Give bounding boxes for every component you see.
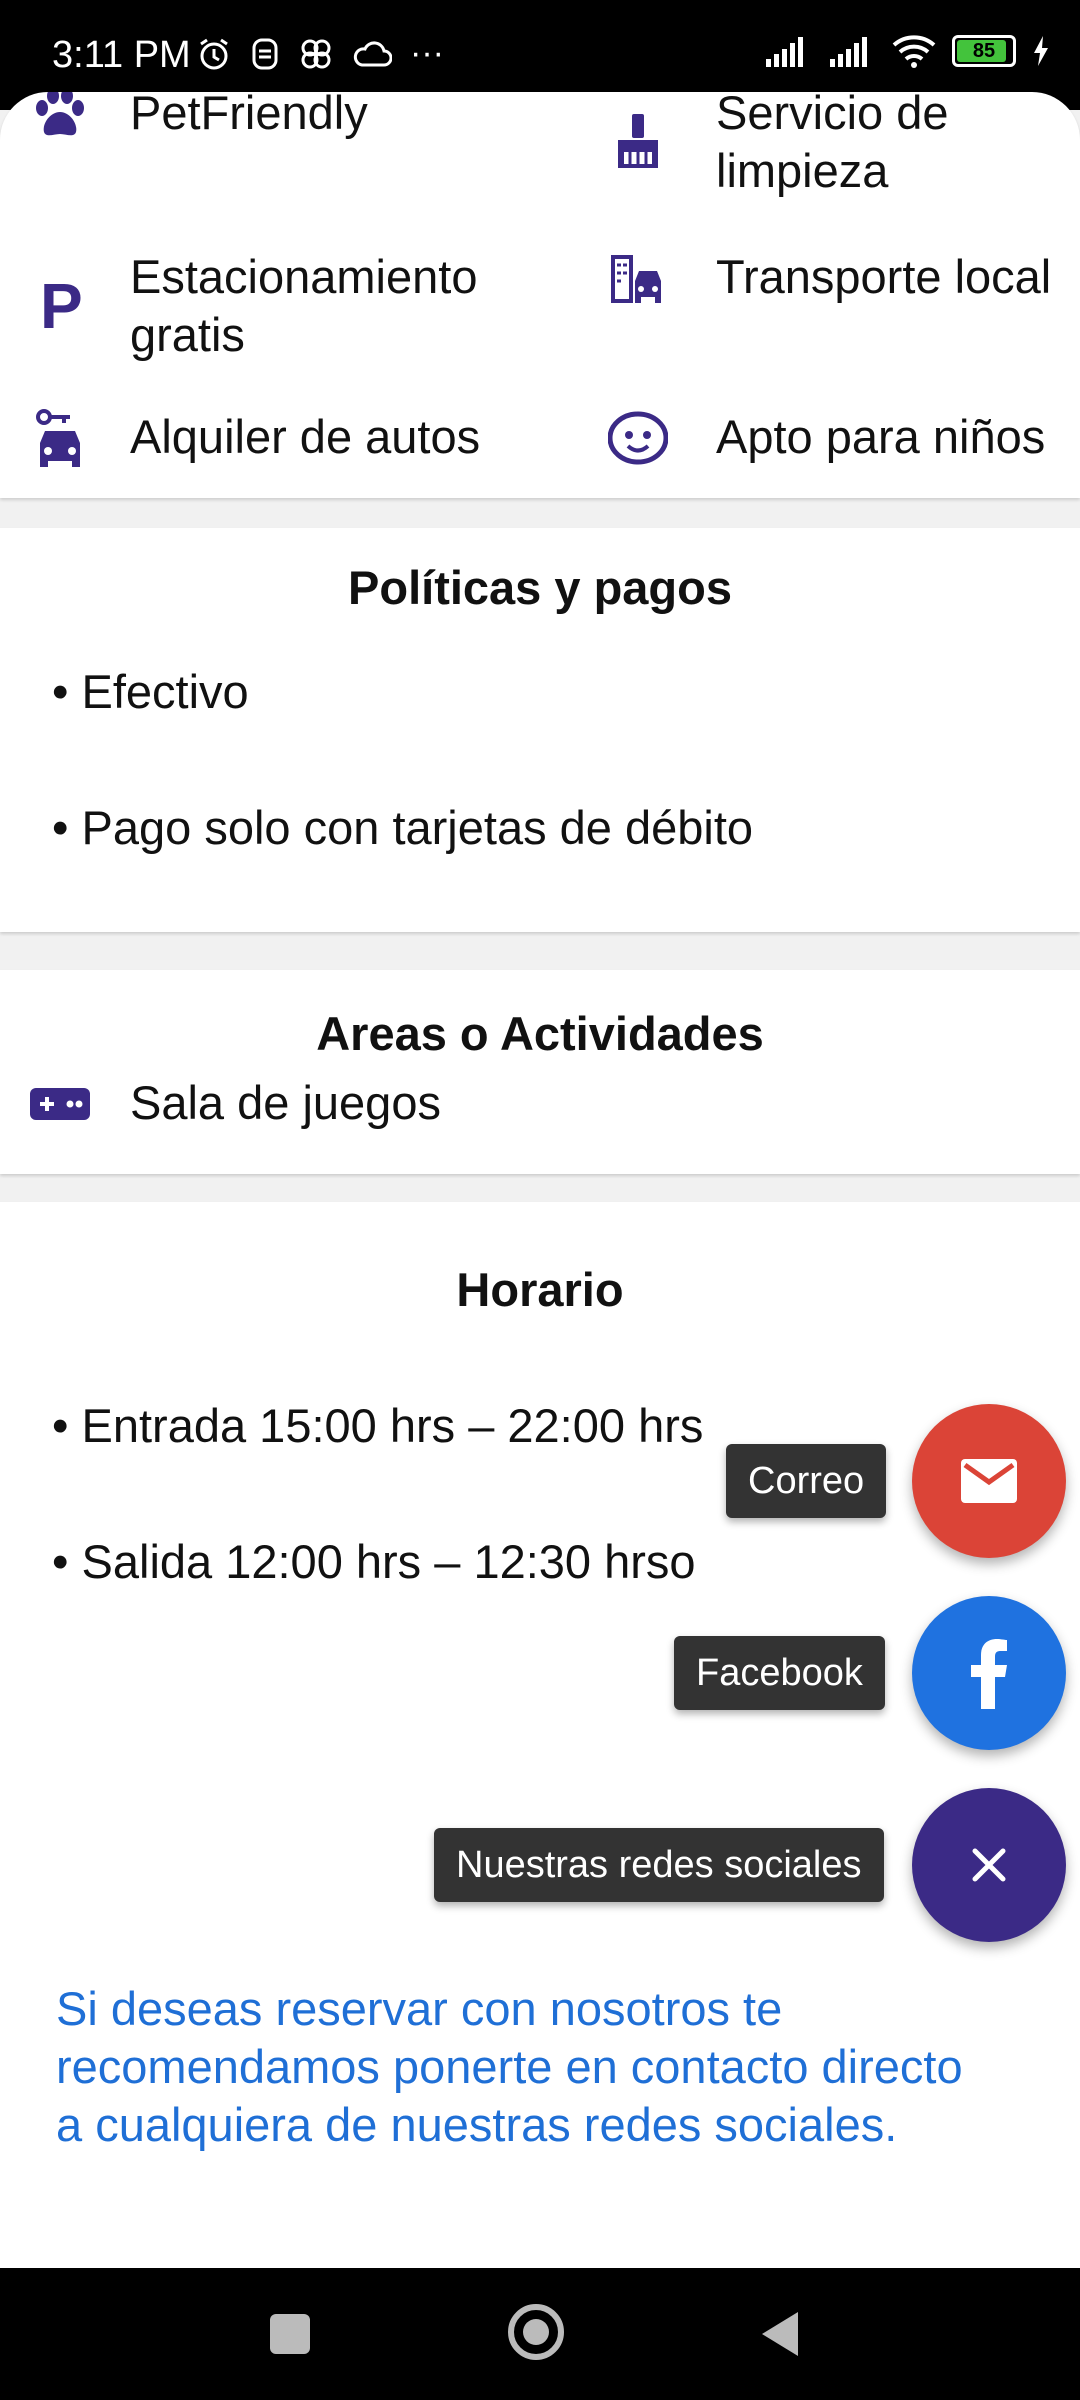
policy-item: • Efectivo — [52, 665, 249, 718]
system-icons: 85 — [764, 34, 1050, 68]
policies-title: Políticas y pagos — [348, 561, 732, 614]
amenity-transport: Transporte local — [608, 248, 1051, 308]
status-time: 3:11 PM — [52, 34, 191, 76]
signal-icon-2 — [830, 37, 867, 67]
amenity-label: Estacionamiento gratis — [130, 250, 478, 361]
notification-icons: ··· — [196, 34, 444, 73]
battery-level: 85 — [972, 40, 996, 62]
main-fab-label[interactable]: Nuestras redes sociales — [434, 1828, 884, 1902]
square-icon — [270, 2314, 310, 2354]
alarm-icon — [200, 38, 228, 69]
close-icon — [972, 1848, 1006, 1882]
pinwheel-icon — [301, 39, 331, 68]
amenity-label: Servicio de limpieza — [716, 92, 949, 197]
facebook-fab-button[interactable] — [912, 1596, 1066, 1750]
charging-icon — [1034, 36, 1048, 66]
activity-item: Sala de juegos — [30, 1074, 441, 1134]
email-fab-button[interactable] — [912, 1404, 1066, 1558]
signal-icon — [766, 37, 803, 67]
local-transport-icon — [608, 248, 668, 308]
activity-label: Sala de juegos — [130, 1076, 441, 1129]
amenity-petfriendly: PetFriendly — [30, 92, 368, 144]
wifi-icon — [892, 35, 936, 68]
email-fab-label[interactable]: Correo — [726, 1444, 887, 1518]
amenity-label: PetFriendly — [130, 92, 368, 139]
more-notifications-icon: ··· — [410, 34, 444, 72]
navigation-bar — [0, 2268, 1080, 2400]
amenity-label: Transporte local — [716, 250, 1052, 303]
home-button[interactable] — [506, 2302, 566, 2362]
amenity-car-rental: Alquiler de autos — [30, 408, 480, 468]
svg-text:P: P — [40, 274, 83, 334]
app-notification-icon — [252, 38, 278, 69]
facebook-icon — [971, 1639, 1007, 1709]
amenity-parking: P Estacionamiento gratis — [30, 248, 477, 361]
amenity-label: Apto para niños — [716, 410, 1046, 463]
amenities-card: PetFriendly Servicio de limpieza P Estac… — [0, 92, 1080, 498]
close-fab-button[interactable] — [912, 1788, 1066, 1942]
policy-item: • Pago solo con tarjetas de débito — [52, 801, 754, 854]
circle-home-icon — [508, 2304, 564, 2360]
gamepad-icon — [30, 1074, 90, 1134]
facebook-fab-label[interactable]: Facebook — [674, 1636, 885, 1710]
cloud-icon — [353, 40, 392, 66]
back-triangle-icon — [762, 2312, 798, 2356]
schedule-item: • Entrada 15:00 hrs – 22:00 hrs — [52, 1399, 704, 1452]
child-friendly-icon — [608, 408, 668, 468]
amenity-child-friendly: Apto para niños — [608, 408, 1045, 468]
recents-button[interactable] — [268, 2312, 312, 2356]
back-button[interactable] — [758, 2310, 802, 2358]
policies-card: Políticas y pagos • Efectivo • Pago solo… — [0, 528, 1080, 932]
amenity-cleaning: Servicio de limpieza — [608, 92, 949, 197]
mail-icon — [961, 1459, 1017, 1503]
schedule-title: Horario — [456, 1263, 624, 1316]
battery-icon: 85 — [952, 35, 1016, 67]
scroll-content[interactable]: PetFriendly Servicio de limpieza P Estac… — [0, 92, 1080, 2268]
car-rental-icon — [30, 408, 90, 468]
schedule-item: • Salida 12:00 hrs – 12:30 hrso — [52, 1535, 696, 1588]
activities-title: Areas o Actividades — [316, 1007, 764, 1060]
paw-icon — [30, 92, 90, 144]
parking-icon: P — [30, 274, 90, 334]
cleaning-brush-icon — [608, 112, 668, 172]
activities-card: Areas o Actividades Sala de juegos — [0, 970, 1080, 1174]
contact-message: Si deseas reservar con nosotros te recom… — [56, 1982, 963, 2151]
amenity-label: Alquiler de autos — [130, 410, 481, 463]
